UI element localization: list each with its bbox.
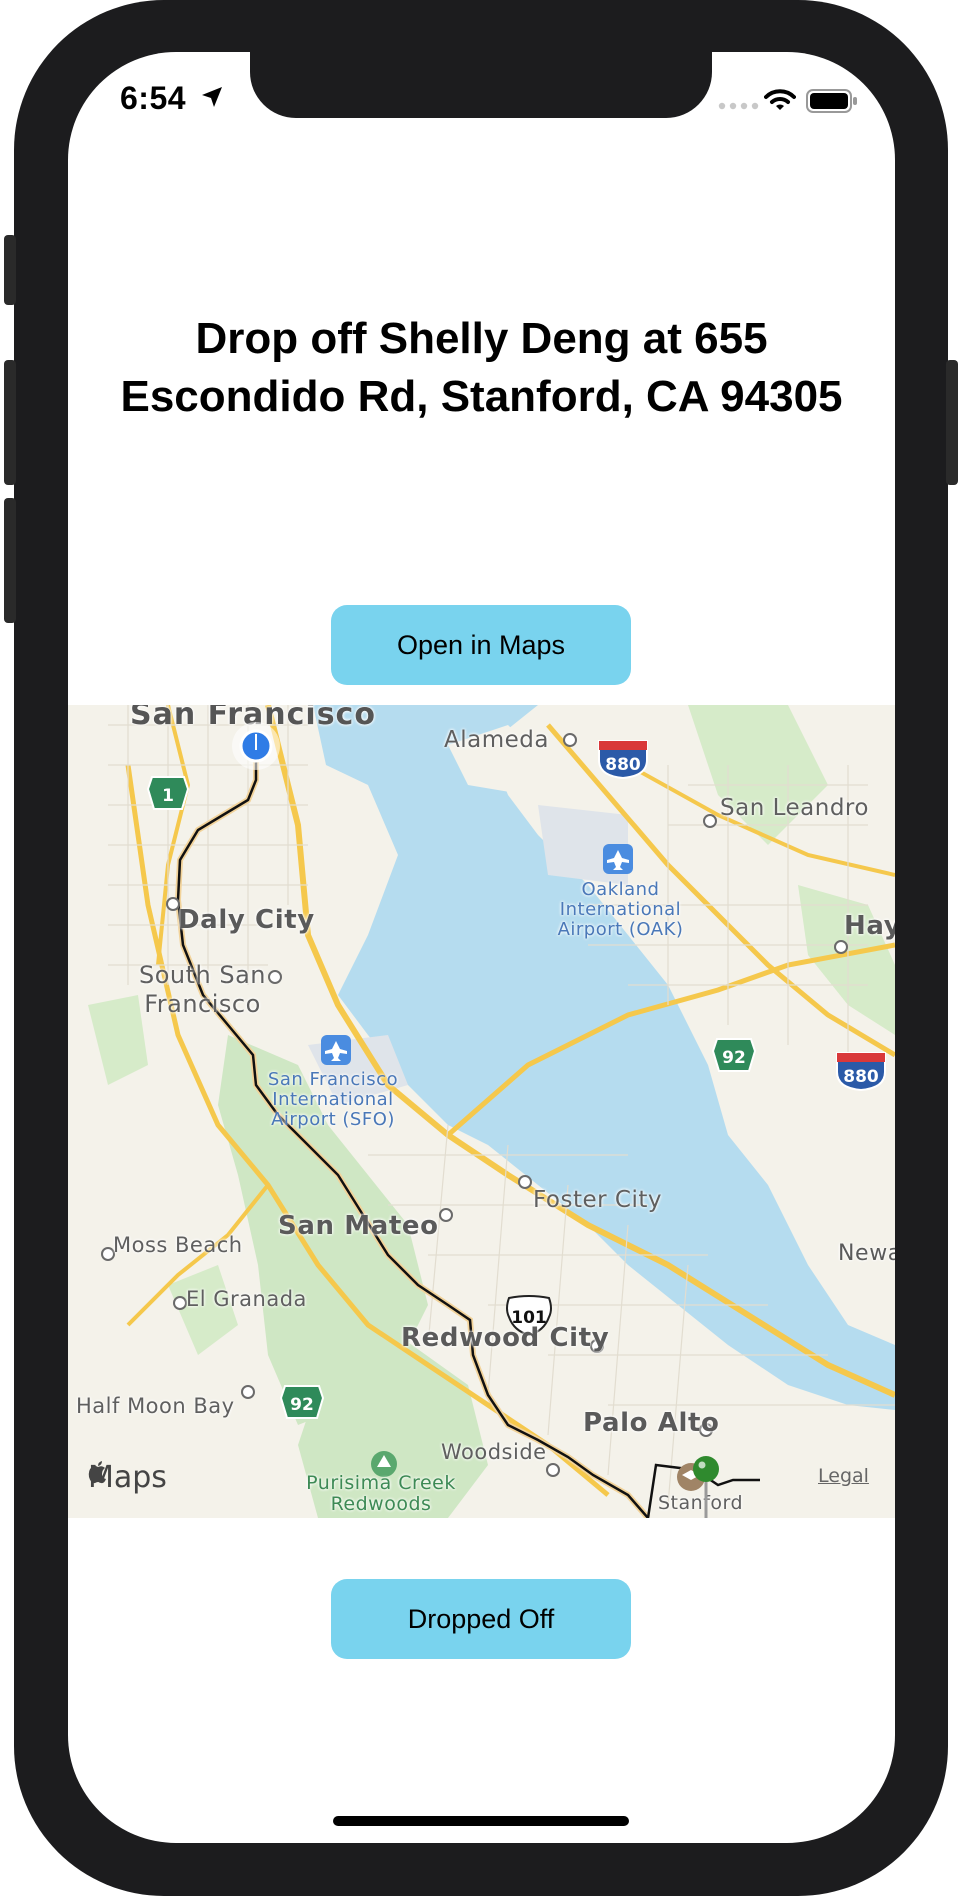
status-bar: 6:54: [68, 52, 895, 162]
label-sfo: San Francisco International Airport (SFO…: [267, 1069, 399, 1130]
app-screen: 6:54 Drop off Shelly Deng at 655 Escondi…: [68, 52, 895, 1843]
label-half-moon-bay: Half Moon Bay: [76, 1394, 235, 1418]
label-redwood-city: Redwood City: [401, 1323, 610, 1353]
svg-text:1: 1: [162, 786, 174, 806]
i880-shield-right: 880: [836, 1052, 886, 1092]
label-foster-city: Foster City: [533, 1187, 662, 1213]
wifi-icon: [764, 89, 796, 110]
open-in-maps-button[interactable]: Open in Maps: [331, 605, 631, 685]
label-south-san-francisco: South San Francisco: [138, 961, 267, 1018]
svg-text:92: 92: [290, 1395, 314, 1415]
label-purisima-creek-redwoods: Purisima Creek Redwoods: [306, 1472, 456, 1515]
label-daly-city: Daly City: [178, 905, 315, 935]
route-map[interactable]: 880 880 1 92 92 101 San Francisco Alamed…: [68, 705, 895, 1518]
notch: [250, 52, 712, 118]
dropoff-instruction-title: Drop off Shelly Deng at 655 Escondido Rd…: [120, 314, 843, 421]
ca92-shield-left: 92: [279, 1385, 325, 1419]
ca92-shield-right: 92: [711, 1038, 757, 1072]
battery-icon: [806, 89, 857, 113]
ca1-shield: 1: [146, 776, 190, 810]
location-arrow-icon: [202, 87, 222, 107]
label-woodside: Woodside: [441, 1440, 547, 1464]
home-indicator[interactable]: [333, 1816, 629, 1826]
apple-maps-logo: Maps: [88, 1460, 167, 1495]
origin-location-marker: [232, 722, 280, 770]
label-san-leandro: San Leandro: [720, 795, 869, 821]
status-time: 6:54: [120, 80, 187, 116]
label-palo-alto: Palo Alto: [583, 1408, 720, 1438]
cellular-signal-icon: [718, 102, 759, 110]
legal-link[interactable]: Legal: [818, 1465, 869, 1487]
label-alameda: Alameda: [444, 727, 549, 753]
phone-screenshot: 6:54 Drop off Shelly Deng at 655 Escondi…: [0, 0, 962, 1896]
label-newa: Newa: [838, 1241, 895, 1266]
svg-text:880: 880: [843, 1067, 879, 1087]
label-hay: Hay: [844, 911, 895, 941]
label-oakland-airport: Oakland International Airport (OAK): [557, 879, 684, 940]
i880-shield-top: 880: [598, 740, 648, 780]
label-el-granada: El Granada: [186, 1287, 307, 1311]
label-moss-beach: Moss Beach: [113, 1233, 243, 1257]
apple-logo-icon: [88, 1461, 106, 1484]
svg-text:92: 92: [722, 1048, 746, 1068]
dropped-off-button[interactable]: Dropped Off: [331, 1579, 631, 1659]
svg-text:880: 880: [605, 755, 641, 775]
label-san-mateo: San Mateo: [278, 1211, 439, 1241]
destination-pin-icon: [693, 1456, 719, 1518]
